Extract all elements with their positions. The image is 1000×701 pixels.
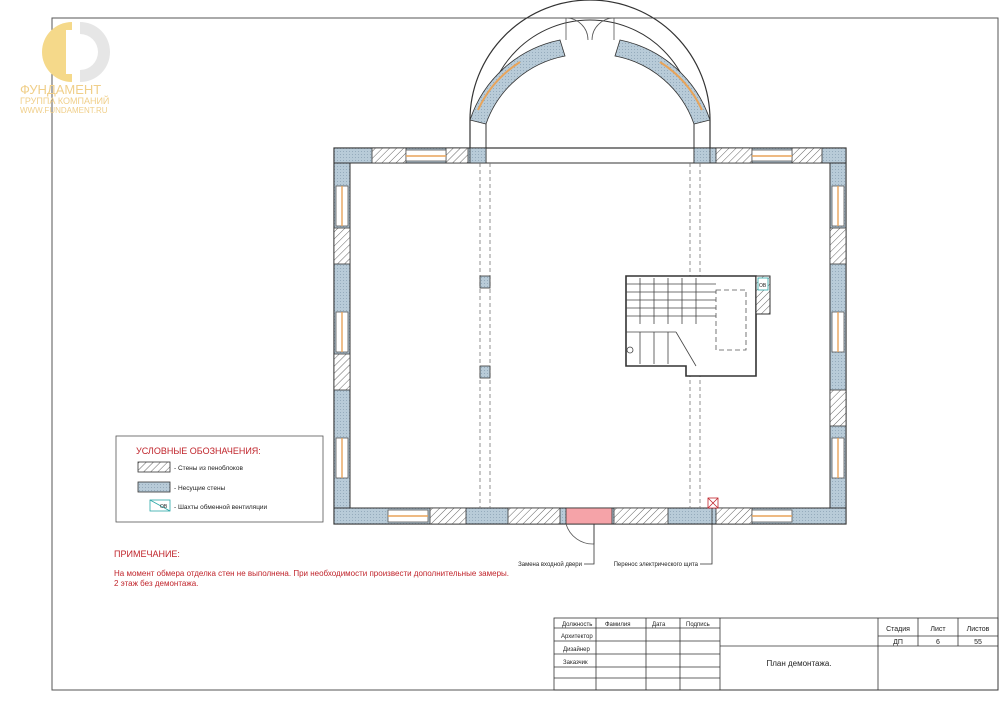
tb-role: Архитектор bbox=[561, 634, 593, 640]
hatched-wall-segment bbox=[829, 389, 847, 427]
logo-right-arc bbox=[80, 22, 110, 82]
tb-stage-label: Стадия bbox=[886, 626, 910, 633]
hatched-wall-segment bbox=[429, 507, 467, 525]
tb-role: Заказчик bbox=[563, 660, 588, 666]
bay-door-right bbox=[591, 17, 615, 41]
vent-shaft-code: ОВ bbox=[759, 283, 767, 289]
hatched-wall-segment bbox=[371, 147, 407, 164]
hatched-wall-segment bbox=[829, 227, 847, 265]
bay-door-left bbox=[565, 17, 589, 41]
tb-role: Дизайнер bbox=[563, 646, 591, 653]
hatched-wall-segment bbox=[613, 507, 669, 525]
callout-panel-text: Перенос электрического щита bbox=[614, 562, 699, 568]
callout-door-text: Замена входной двери bbox=[518, 561, 582, 568]
tb-header-date: Дата bbox=[652, 622, 666, 628]
legend-vent-code: ОВ bbox=[160, 504, 168, 510]
legend-item-label: - Шахты обменной вентиляции bbox=[174, 503, 268, 511]
note-line-2: 2 этаж без демонтажа. bbox=[114, 579, 198, 588]
hatched-wall-segment bbox=[791, 147, 823, 164]
legend-swatch-bearing-walls bbox=[137, 481, 171, 493]
legend: УСЛОВНЫЕ ОБОЗНАЧЕНИЯ: - Стены из пенобло… bbox=[115, 435, 324, 523]
tb-stage-value: ДП bbox=[893, 639, 903, 646]
legend-item-label: - Стены из пеноблоков bbox=[174, 464, 243, 472]
drawing-sheet: ФУНДАМЕНТ ГРУППА КОМПАНИЙ WWW.FUNDAMENT.… bbox=[20, 0, 999, 691]
floor-plan: ОВ bbox=[333, 0, 847, 565]
staircase: ОВ bbox=[625, 275, 771, 377]
arched-bay bbox=[469, 0, 711, 164]
legend-title: УСЛОВНЫЕ ОБОЗНАЧЕНИЯ: bbox=[136, 446, 261, 456]
tb-sheet-value: 6 bbox=[936, 639, 940, 646]
tb-header-surname: Фамилия bbox=[605, 622, 630, 628]
tb-header-signature: Подпись bbox=[686, 622, 710, 628]
note-title: ПРИМЕЧАНИЕ: bbox=[114, 549, 180, 559]
logo-site: WWW.FUNDAMENT.RU bbox=[20, 106, 108, 115]
column bbox=[479, 275, 491, 289]
legend-item-label: - Несущие стены bbox=[174, 485, 226, 492]
inner-wall-outline bbox=[349, 162, 831, 509]
hatched-wall-segment bbox=[715, 507, 753, 525]
hatched-wall-segment bbox=[507, 507, 561, 525]
logo-stem bbox=[66, 30, 74, 74]
column bbox=[479, 365, 491, 379]
company-logo: ФУНДАМЕНТ ГРУППА КОМПАНИЙ WWW.FUNDAMENT.… bbox=[20, 22, 110, 115]
hatched-wall-segment bbox=[333, 227, 351, 265]
entrance-door-swing bbox=[565, 523, 595, 545]
tb-header-position: Должность bbox=[562, 622, 592, 628]
legend-swatch-block-walls bbox=[137, 461, 171, 473]
tb-sheets-label: Листов bbox=[967, 626, 990, 633]
hatched-wall-segment bbox=[715, 147, 753, 164]
logo-company-sub: ГРУППА КОМПАНИЙ bbox=[20, 95, 109, 106]
hatched-wall-segment bbox=[445, 147, 469, 164]
door-replacement-area bbox=[565, 507, 613, 525]
note-line-1: На момент обмера отделка стен не выполне… bbox=[114, 569, 509, 578]
tb-sheet-label: Лист bbox=[930, 626, 946, 633]
tb-sheets-value: 55 bbox=[974, 639, 982, 646]
hatched-wall-segment bbox=[333, 353, 351, 391]
logo-company-name: ФУНДАМЕНТ bbox=[20, 82, 101, 97]
tb-sheet-title: План демонтажа. bbox=[766, 659, 831, 668]
